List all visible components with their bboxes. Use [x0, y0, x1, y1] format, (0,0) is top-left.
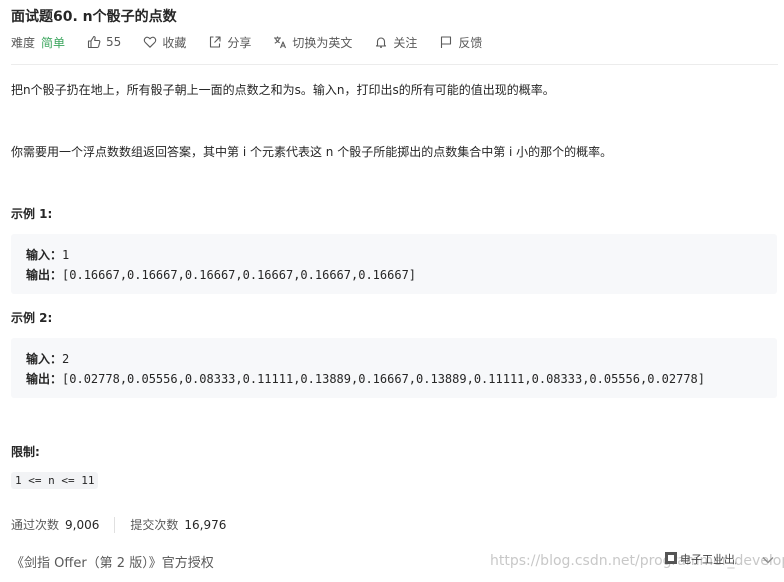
share-icon [208, 35, 222, 49]
bell-icon [374, 35, 388, 49]
like-count: 55 [106, 35, 122, 49]
feedback-label: 反馈 [458, 35, 483, 50]
example-2-input-line: 输入：2 [26, 350, 69, 367]
description-paragraph-2: 你需要用一个浮点数数组返回答案，其中第 i 个元素代表这 n 个骰子所能掷出的点… [11, 145, 613, 159]
share-label: 分享 [227, 35, 252, 50]
example-2-code-block: 输入：2 输出：[0.02778,0.05556,0.08333,0.11111… [11, 338, 777, 398]
heart-icon [143, 35, 157, 49]
share-button[interactable]: 分享 [208, 34, 251, 51]
stats-divider [114, 516, 116, 533]
example-1-code-block: 输入：1 输出：[0.16667,0.16667,0.16667,0.16667… [11, 234, 777, 294]
submission-stats: 通过次数 9,006 提交次数 16,976 [11, 516, 226, 533]
favorite-button[interactable]: 收藏 [143, 34, 186, 51]
submitted-value: 16,976 [184, 517, 227, 532]
publisher-logo: 电子工业出版社 [665, 552, 736, 566]
example-1-input: 1 [62, 248, 70, 262]
svg-text:电子工业出版社: 电子工业出版社 [680, 552, 736, 566]
like-button[interactable]: 55 [87, 35, 121, 49]
translate-icon [273, 35, 287, 49]
constraint-value: 1 <= n <= 11 [11, 472, 99, 489]
example-1-output-line: 输出：[0.16667,0.16667,0.16667,0.16667,0.16… [26, 266, 416, 283]
submitted-label: 提交次数 [130, 518, 179, 532]
output-label: 输出： [26, 372, 63, 386]
feedback-button[interactable]: 反馈 [439, 34, 482, 51]
source-attribution: 《剑指 Offer（第 2 版）》官方授权 [11, 556, 214, 571]
input-label: 输入： [26, 352, 63, 366]
problem-meta-bar: 难度 简单 55 收藏 分享 切换为英文 关注 反馈 [11, 33, 504, 51]
accepted-value: 9,006 [65, 517, 100, 532]
example-2-output-line: 输出：[0.02778,0.05556,0.08333,0.11111,0.13… [26, 370, 705, 387]
example-1-output: [0.16667,0.16667,0.16667,0.16667,0.16667… [62, 268, 417, 282]
example-2-input: 2 [62, 352, 70, 366]
output-label: 输出： [26, 268, 63, 282]
description-paragraph-1: 把n个骰子扔在地上，所有骰子朝上一面的点数之和为s。输入n，打印出s的所有可能的… [11, 83, 555, 97]
flag-icon [439, 35, 453, 49]
example-2-heading: 示例 2: [11, 311, 53, 325]
follow-button[interactable]: 关注 [374, 34, 417, 51]
problem-title: 面试题60. n个骰子的点数 [11, 9, 177, 25]
example-1-input-line: 输入：1 [26, 246, 69, 263]
follow-label: 关注 [393, 35, 418, 50]
difficulty-value: 简单 [41, 35, 66, 50]
difficulty: 难度 简单 [11, 34, 65, 51]
constraints-heading: 限制: [11, 445, 40, 459]
favorite-label: 收藏 [162, 35, 187, 50]
csdn-watermark: https://blog.csdn.net/programmer_develop… [490, 553, 784, 569]
accepted-label: 通过次数 [11, 518, 60, 532]
example-1-heading: 示例 1: [11, 207, 53, 221]
translate-button[interactable]: 切换为英文 [273, 34, 352, 51]
translate-label: 切换为英文 [292, 35, 353, 50]
thumbs-up-icon [87, 35, 101, 49]
header-divider [11, 64, 778, 65]
chevron-down-icon[interactable] [762, 556, 774, 564]
difficulty-label: 难度 [11, 35, 36, 50]
input-label: 输入： [26, 248, 63, 262]
example-2-output: [0.02778,0.05556,0.08333,0.11111,0.13889… [62, 372, 706, 386]
